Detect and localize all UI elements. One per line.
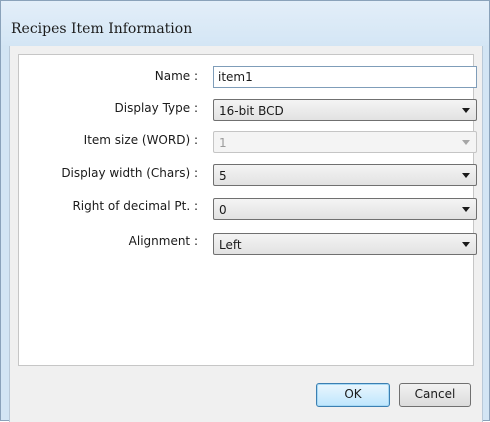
decimal-label: Right of decimal Pt. : <box>72 199 198 213</box>
name-label: Name : <box>154 69 198 83</box>
name-input[interactable]: item1 <box>213 66 477 88</box>
chevron-down-icon <box>462 242 470 247</box>
decimal-value: 0 <box>219 203 227 217</box>
chevron-down-icon <box>462 108 470 113</box>
display-type-label: Display Type : <box>114 101 198 115</box>
display-width-select[interactable]: 5 <box>213 164 477 186</box>
chevron-down-icon <box>462 173 470 178</box>
display-type-select[interactable]: 16-bit BCD <box>213 99 477 121</box>
item-size-label: Item size (WORD) : <box>83 133 198 147</box>
item-size-value: 1 <box>219 136 227 150</box>
chevron-down-icon <box>462 140 470 145</box>
chevron-down-icon <box>462 207 470 212</box>
window-title: Recipes Item Information <box>11 21 193 37</box>
title-bar[interactable]: Recipes Item Information <box>1 1 489 45</box>
alignment-label: Alignment : <box>128 234 198 248</box>
cancel-button[interactable]: Cancel <box>399 383 471 407</box>
ok-button[interactable]: OK <box>316 383 390 407</box>
dialog-body: Name : item1 Display Type : 16-bit BCD I… <box>9 46 483 422</box>
display-width-label: Display width (Chars) : <box>61 166 198 180</box>
display-width-value: 5 <box>219 169 227 183</box>
recipes-item-dialog: Recipes Item Information Name : item1 Di… <box>0 0 490 422</box>
decimal-select[interactable]: 0 <box>213 198 477 220</box>
alignment-select[interactable]: Left <box>213 233 477 255</box>
alignment-value: Left <box>219 238 242 252</box>
item-size-select: 1 <box>213 131 477 153</box>
display-type-value: 16-bit BCD <box>219 104 284 118</box>
item-settings-panel: Name : item1 Display Type : 16-bit BCD I… <box>18 54 477 366</box>
